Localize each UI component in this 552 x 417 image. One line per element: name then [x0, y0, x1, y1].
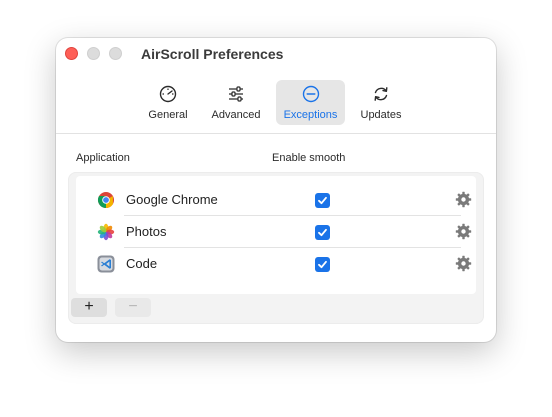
- remove-exception-button[interactable]: −: [115, 298, 151, 317]
- tab-exceptions[interactable]: Exceptions: [276, 80, 345, 125]
- minus-circle-icon: [302, 85, 319, 103]
- zoom-window-button[interactable]: [109, 47, 122, 60]
- tab-general[interactable]: General: [141, 80, 195, 125]
- title-bar: AirScroll Preferences: [56, 38, 496, 72]
- enable-smooth-checkbox[interactable]: [315, 193, 330, 208]
- photos-icon: [97, 223, 115, 241]
- gear-icon[interactable]: [455, 223, 472, 240]
- tab-label: Advanced: [211, 109, 261, 121]
- list-item-code[interactable]: Code: [76, 248, 476, 280]
- tab-advanced[interactable]: Advanced: [206, 80, 266, 125]
- minimize-window-button[interactable]: [87, 47, 100, 60]
- add-exception-button[interactable]: +: [71, 298, 107, 317]
- chrome-icon: [97, 192, 114, 208]
- app-name: Google Chrome: [126, 192, 218, 207]
- exceptions-list-box: Google Chrome Photos Code + −: [68, 172, 484, 324]
- refresh-icon: [374, 87, 388, 101]
- list-item-google-chrome[interactable]: Google Chrome: [76, 184, 476, 216]
- app-name: Photos: [126, 224, 167, 239]
- column-header-enable-smooth: Enable smooth: [272, 152, 346, 164]
- toolbar-divider: [56, 133, 496, 134]
- list-item-photos[interactable]: Photos: [76, 216, 476, 248]
- preferences-window: AirScroll Preferences General Advanced E…: [56, 38, 496, 342]
- enable-smooth-checkbox[interactable]: [315, 257, 330, 272]
- vscode-icon: [97, 255, 115, 273]
- tab-label: General: [148, 109, 188, 121]
- checkmark-icon: [318, 260, 327, 269]
- window-title: AirScroll Preferences: [141, 46, 284, 62]
- enable-smooth-checkbox[interactable]: [315, 225, 330, 240]
- gear-icon[interactable]: [455, 191, 472, 208]
- checkmark-icon: [318, 228, 327, 237]
- checkmark-icon: [318, 196, 327, 205]
- tab-label: Updates: [360, 109, 402, 121]
- sliders-icon: [229, 86, 243, 102]
- close-window-button[interactable]: [65, 47, 78, 60]
- gear-icon[interactable]: [455, 255, 472, 272]
- tab-updates[interactable]: Updates: [354, 80, 408, 125]
- tab-label: Exceptions: [283, 109, 338, 121]
- speedometer-icon: [159, 85, 177, 103]
- exceptions-list: Google Chrome Photos Code: [76, 176, 476, 294]
- preferences-toolbar: General Advanced Exceptions Updates: [56, 80, 496, 126]
- app-name: Code: [126, 256, 158, 271]
- column-header-application: Application: [76, 152, 130, 164]
